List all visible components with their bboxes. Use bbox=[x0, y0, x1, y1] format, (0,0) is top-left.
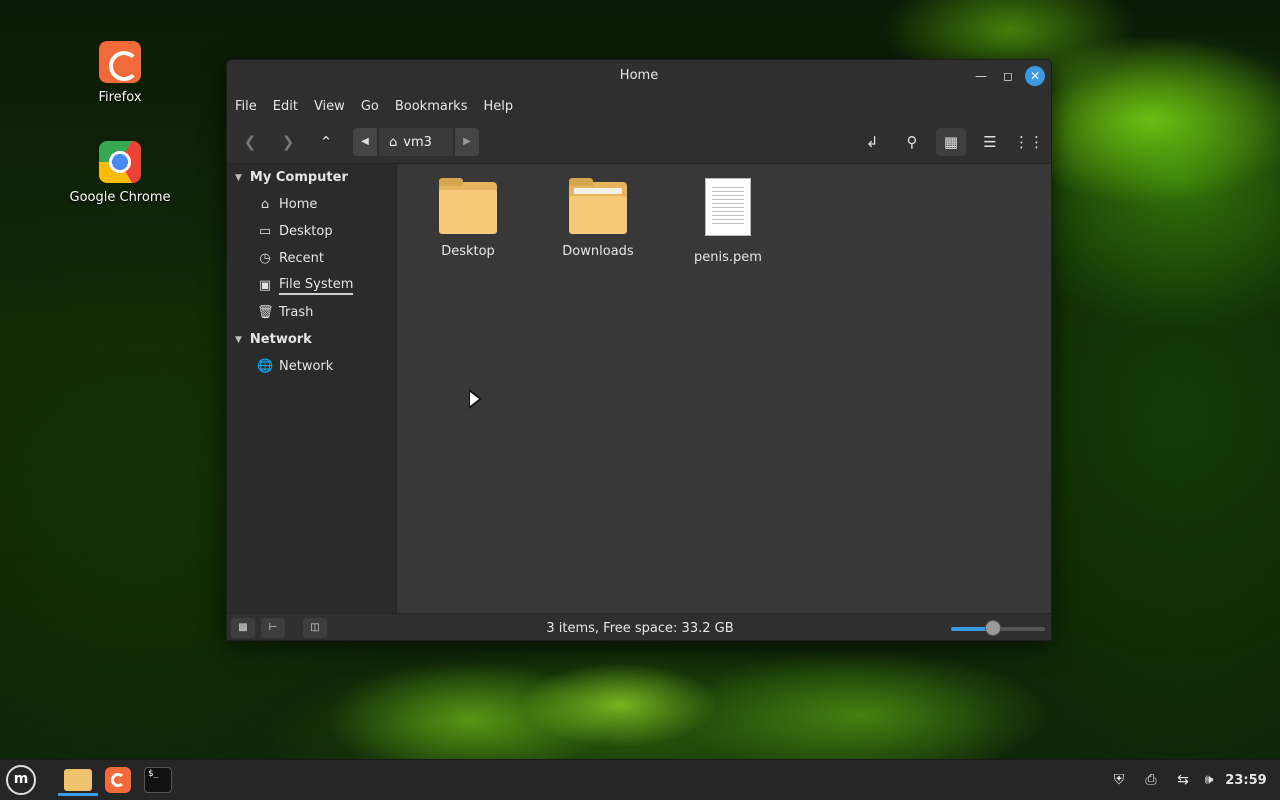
taskbar-terminal-button[interactable]: $_ bbox=[142, 764, 174, 796]
menu-edit[interactable]: Edit bbox=[273, 99, 298, 114]
path-crumb-home[interactable]: ⌂ vm3 bbox=[379, 128, 453, 156]
files-icon bbox=[64, 769, 92, 791]
folder-icon bbox=[439, 178, 497, 234]
home-icon: ⌂ bbox=[260, 197, 270, 212]
sidebar-item-label: Desktop bbox=[279, 224, 333, 239]
sidebar-item-network[interactable]: 🌐 Network bbox=[227, 353, 396, 380]
menu-go[interactable]: Go bbox=[361, 99, 379, 114]
up-button[interactable]: ⌃ bbox=[311, 128, 341, 156]
taskbar-files-button[interactable] bbox=[58, 764, 98, 796]
file-item-desktop[interactable]: Desktop bbox=[413, 178, 523, 259]
sidebar: ▼ My Computer ⌂ Home ▭ Desktop ◷ Recent … bbox=[227, 164, 397, 613]
clock-icon: ◷ bbox=[259, 251, 271, 266]
sidebar-item-label: Home bbox=[279, 197, 318, 212]
sidebar-item-file-system[interactable]: ▣ File System bbox=[227, 272, 396, 299]
list-view-button[interactable]: ☰ bbox=[975, 128, 1005, 156]
desktop-icon-firefox[interactable]: Firefox bbox=[65, 41, 175, 105]
desktop-icon-label: Firefox bbox=[98, 90, 142, 105]
path-scroll-left-button[interactable]: ◀ bbox=[353, 128, 377, 156]
toolbar: ❮ ❯ ⌃ ◀ ⌂ vm3 ▶ ↲ ⚲ ▦ ☰ ⋮⋮ bbox=[227, 120, 1051, 164]
forward-button[interactable]: ❯ bbox=[273, 128, 303, 156]
sidebar-item-label: Trash bbox=[279, 305, 314, 320]
desktop-icon-label: Google Chrome bbox=[69, 190, 171, 205]
taskbar: m $_ ⛨ ⎙ ⇆ 🕪 23:59 bbox=[0, 759, 1280, 800]
file-manager-window: Home — ◻ ✕ File Edit View Go Bookmarks H… bbox=[226, 59, 1052, 641]
title-bar[interactable]: Home — ◻ ✕ bbox=[227, 60, 1051, 92]
menu-file[interactable]: File bbox=[235, 99, 257, 114]
chrome-icon bbox=[99, 141, 141, 183]
sidebar-section-label: Network bbox=[249, 332, 312, 347]
window-title: Home bbox=[619, 68, 659, 83]
sidebar-section-network[interactable]: ▼ Network bbox=[227, 326, 396, 353]
file-name: Desktop bbox=[441, 244, 495, 259]
desktop-icon-chrome[interactable]: Google Chrome bbox=[65, 141, 175, 205]
sidebar-item-home[interactable]: ⌂ Home bbox=[227, 191, 396, 218]
file-item-pem[interactable]: penis.pem bbox=[673, 178, 783, 265]
folder-icon bbox=[569, 178, 627, 234]
status-bar: ▩ ⊢ ◫ 3 items, Free space: 33.2 GB bbox=[227, 613, 1051, 640]
menu-button[interactable]: m bbox=[6, 764, 38, 796]
maximize-button[interactable]: ◻ bbox=[998, 66, 1018, 86]
sidebar-item-trash[interactable]: 🗑 Trash bbox=[227, 299, 396, 326]
compact-view-button[interactable]: ⋮⋮ bbox=[1014, 128, 1044, 156]
document-icon bbox=[705, 178, 751, 236]
sidebar-item-label: File System bbox=[279, 277, 354, 295]
sidebar-section-label: My Computer bbox=[249, 170, 348, 185]
printer-icon[interactable]: ⎙ bbox=[1138, 760, 1164, 800]
sidebar-section-my-computer[interactable]: ▼ My Computer bbox=[227, 164, 396, 191]
volume-icon[interactable]: 🕪 bbox=[1196, 760, 1222, 800]
close-button[interactable]: ✕ bbox=[1025, 66, 1045, 86]
sidebar-item-label: Network bbox=[279, 359, 334, 374]
sidebar-item-label: Recent bbox=[279, 251, 324, 266]
taskbar-firefox-button[interactable] bbox=[102, 764, 134, 796]
icon-view-button[interactable]: ▦ bbox=[936, 128, 966, 156]
toggle-location-button[interactable]: ↲ bbox=[857, 128, 887, 156]
file-name: Downloads bbox=[562, 244, 634, 259]
file-name: penis.pem bbox=[694, 250, 762, 265]
home-icon: ⌂ bbox=[389, 134, 398, 150]
status-text: 3 items, Free space: 33.2 GB bbox=[546, 621, 734, 636]
menu-bookmarks[interactable]: Bookmarks bbox=[395, 99, 468, 114]
sidebar-item-recent[interactable]: ◷ Recent bbox=[227, 245, 396, 272]
search-button[interactable]: ⚲ bbox=[897, 128, 927, 156]
clock[interactable]: 23:59 bbox=[1220, 760, 1272, 800]
network-icon[interactable]: ⇆ bbox=[1170, 760, 1196, 800]
terminal-icon: $_ bbox=[144, 767, 172, 793]
desktop-icon: ▭ bbox=[258, 224, 272, 239]
expander-icon: ▼ bbox=[235, 334, 242, 345]
globe-icon: 🌐 bbox=[257, 359, 274, 374]
trash-icon: 🗑 bbox=[257, 305, 274, 320]
expander-icon: ▼ bbox=[235, 172, 242, 183]
path-scroll-right-button[interactable]: ▶ bbox=[455, 128, 479, 156]
menu-help[interactable]: Help bbox=[483, 99, 513, 114]
firefox-icon bbox=[105, 767, 131, 793]
mouse-cursor bbox=[469, 389, 482, 409]
minimize-button[interactable]: — bbox=[971, 66, 991, 86]
file-item-downloads[interactable]: Downloads bbox=[543, 178, 653, 259]
file-view[interactable]: Desktop Downloads penis.pem bbox=[398, 164, 1051, 613]
sidebar-item-desktop[interactable]: ▭ Desktop bbox=[227, 218, 396, 245]
back-button[interactable]: ❮ bbox=[235, 128, 265, 156]
firefox-icon bbox=[99, 41, 141, 83]
path-crumb-label: vm3 bbox=[403, 134, 432, 150]
menu-view[interactable]: View bbox=[314, 99, 345, 114]
shield-icon[interactable]: ⛨ bbox=[1106, 760, 1132, 800]
drive-icon: ▣ bbox=[258, 278, 272, 293]
menu-icon: m bbox=[6, 765, 36, 795]
menu-bar: File Edit View Go Bookmarks Help bbox=[227, 92, 1051, 120]
